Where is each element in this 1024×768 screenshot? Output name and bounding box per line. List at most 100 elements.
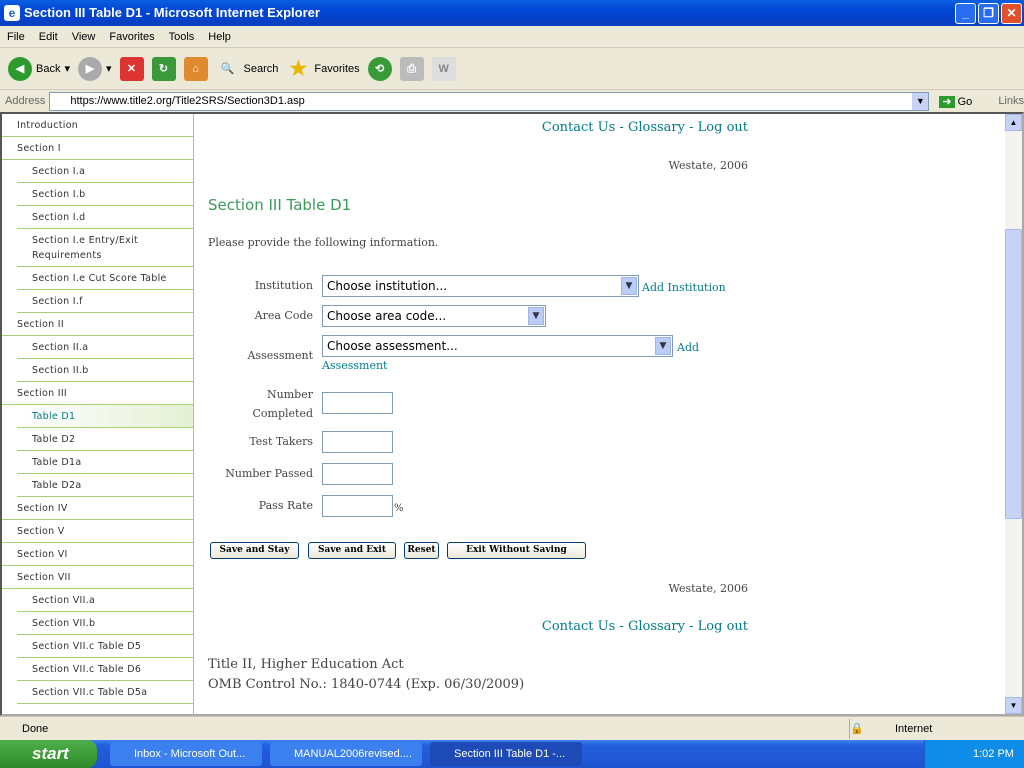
search-icon: 🔍 <box>220 62 235 75</box>
glossary-link[interactable]: Glossary <box>628 120 685 135</box>
status-bar: Done 🔒 Internet <box>0 716 1024 740</box>
address-input[interactable]: https://www.title2.org/Title2SRS/Section… <box>49 91 930 111</box>
sidebar-item[interactable]: Section VII.c Table D5a <box>17 681 193 704</box>
footer-act: Title II, Higher Education Act <box>208 657 404 672</box>
menu-edit[interactable]: Edit <box>32 31 65 43</box>
menu-tools[interactable]: Tools <box>162 31 202 43</box>
reset-button[interactable]: Reset <box>404 542 439 559</box>
sidebar-item[interactable]: Table D1a <box>17 451 193 474</box>
add-institution-link[interactable]: Add Institution <box>642 281 726 294</box>
exit-without-saving-button[interactable]: Exit Without Saving <box>447 542 586 559</box>
chevron-down-icon[interactable]: ▼ <box>912 92 929 110</box>
favorites-button[interactable]: ★ Favorites <box>286 57 359 81</box>
vertical-scrollbar[interactable]: ▲ ▼ <box>1005 114 1022 714</box>
save-and-exit-button[interactable]: Save and Exit <box>308 542 396 559</box>
ie-icon: e <box>4 5 20 21</box>
go-arrow-icon: ➜ <box>939 95 955 108</box>
number-passed-label: Number Passed <box>225 467 313 480</box>
start-button[interactable]: start <box>0 740 97 768</box>
sidebar-item[interactable]: Section VII.c Table D6 <box>17 658 193 681</box>
page-title: Section III Table D1 <box>208 196 352 214</box>
scroll-down-icon[interactable]: ▼ <box>1005 697 1022 714</box>
sidebar-item[interactable]: Section I.f <box>17 290 193 313</box>
logout-link[interactable]: Log out <box>698 120 748 135</box>
test-takers-input[interactable] <box>322 431 393 453</box>
links-button[interactable]: Links <box>998 95 1024 107</box>
assessment-select[interactable]: Choose assessment... ▼ <box>322 335 673 357</box>
menu-favorites[interactable]: Favorites <box>102 31 161 43</box>
top-links: Contact Us - Glossary - Log out <box>541 120 748 135</box>
logout-link[interactable]: Log out <box>698 619 748 634</box>
menu-file[interactable]: File <box>0 31 32 43</box>
number-completed-input[interactable] <box>322 392 393 414</box>
task-outlook[interactable]: Inbox - Microsoft Out... <box>110 742 262 766</box>
menu-help[interactable]: Help <box>201 31 238 43</box>
task-ie[interactable]: Section III Table D1 -... <box>430 742 582 766</box>
sidebar-item[interactable]: Section II <box>2 313 193 336</box>
minimize-button[interactable]: _ <box>955 3 976 24</box>
home-icon[interactable]: ⌂ <box>183 56 208 81</box>
scroll-thumb[interactable] <box>1005 229 1022 519</box>
sidebar-item[interactable]: Section IV <box>2 497 193 520</box>
address-bar: Address https://www.title2.org/Title2SRS… <box>0 90 1024 112</box>
add-assessment-link[interactable]: Add <box>677 341 699 354</box>
sidebar-item[interactable]: Section I.b <box>17 183 193 206</box>
refresh-icon[interactable]: ↻ <box>151 56 176 81</box>
sidebar-item[interactable]: Section II.b <box>17 359 193 382</box>
back-button[interactable]: ◀ Back ▾ <box>8 56 70 81</box>
back-arrow-icon: ◀ <box>8 56 32 81</box>
chevron-down-icon: ▼ <box>655 337 671 355</box>
scroll-up-icon[interactable]: ▲ <box>1005 114 1022 131</box>
menu-view[interactable]: View <box>65 31 103 43</box>
status-text: Done <box>22 723 49 735</box>
system-tray: 1:02 PM <box>924 740 1024 768</box>
stop-icon[interactable]: ✕ <box>119 56 144 81</box>
history-icon[interactable]: ⟲ <box>367 56 392 81</box>
close-button[interactable]: ✕ <box>1001 3 1022 24</box>
percent-sign: % <box>394 503 404 514</box>
go-button[interactable]: ➜ Go <box>939 95 972 108</box>
edit-word-icon[interactable]: W <box>431 56 456 81</box>
sidebar-item[interactable]: Table D2 <box>17 428 193 451</box>
sidebar-item[interactable]: Section I.e Cut Score Table <box>17 267 193 290</box>
sidebar-item[interactable]: Section V <box>2 520 193 543</box>
contact-link[interactable]: Contact Us <box>542 619 615 634</box>
sidebar-item[interactable]: Table D1 <box>17 405 193 428</box>
chevron-down-icon: ▼ <box>528 307 544 325</box>
task-word[interactable]: MANUAL2006revised.... <box>270 742 422 766</box>
bottom-links: Contact Us - Glossary - Log out <box>541 619 748 634</box>
chevron-down-icon: ▼ <box>621 277 637 295</box>
sidebar-item[interactable]: Section VII.c Table D5 <box>17 635 193 658</box>
westate-label: Westate, 2006 <box>668 159 748 172</box>
institution-select[interactable]: Choose institution... ▼ <box>322 275 639 297</box>
number-passed-input[interactable] <box>322 463 393 485</box>
search-button[interactable]: 🔍 Search <box>216 57 279 81</box>
clock: 1:02 PM <box>973 748 1014 760</box>
sidebar-item[interactable]: Section VII <box>2 566 193 589</box>
forward-button[interactable]: ▶ ▾ <box>78 56 112 81</box>
sidebar-item[interactable]: Section I.d <box>17 206 193 229</box>
sidebar-item[interactable]: Section VII.a <box>17 589 193 612</box>
print-icon[interactable]: ⎙ <box>399 56 424 81</box>
glossary-link[interactable]: Glossary <box>628 619 685 634</box>
sidebar-item[interactable]: Section I <box>2 137 193 160</box>
number-completed-label-2: Completed <box>252 407 313 420</box>
sidebar-item[interactable]: Introduction <box>2 114 193 137</box>
sidebar-item[interactable]: Section II.a <box>17 336 193 359</box>
save-and-stay-button[interactable]: Save and Stay <box>210 542 299 559</box>
maximize-button[interactable]: ❐ <box>978 3 999 24</box>
area-code-select[interactable]: Choose area code... ▼ <box>322 305 546 327</box>
sidebar-item[interactable]: Table D2a <box>17 474 193 497</box>
sidebar-item[interactable]: Section VII.b <box>17 612 193 635</box>
test-takers-label: Test Takers <box>249 435 313 448</box>
sidebar-item[interactable]: Section I.e Entry/Exit Requirements <box>17 229 193 267</box>
title-bar: e Section III Table D1 - Microsoft Inter… <box>0 0 1024 26</box>
sidebar-item[interactable]: Section III <box>2 382 193 405</box>
contact-link[interactable]: Contact Us <box>542 120 615 135</box>
sidebar-item[interactable]: Section VI <box>2 543 193 566</box>
sidebar-item[interactable]: Section I.a <box>17 160 193 183</box>
pass-rate-input[interactable] <box>322 495 393 517</box>
security-zone: Internet <box>849 719 1024 739</box>
add-assessment-link-cont[interactable]: Assessment <box>322 359 387 372</box>
menu-bar: File Edit View Favorites Tools Help <box>0 26 1024 48</box>
